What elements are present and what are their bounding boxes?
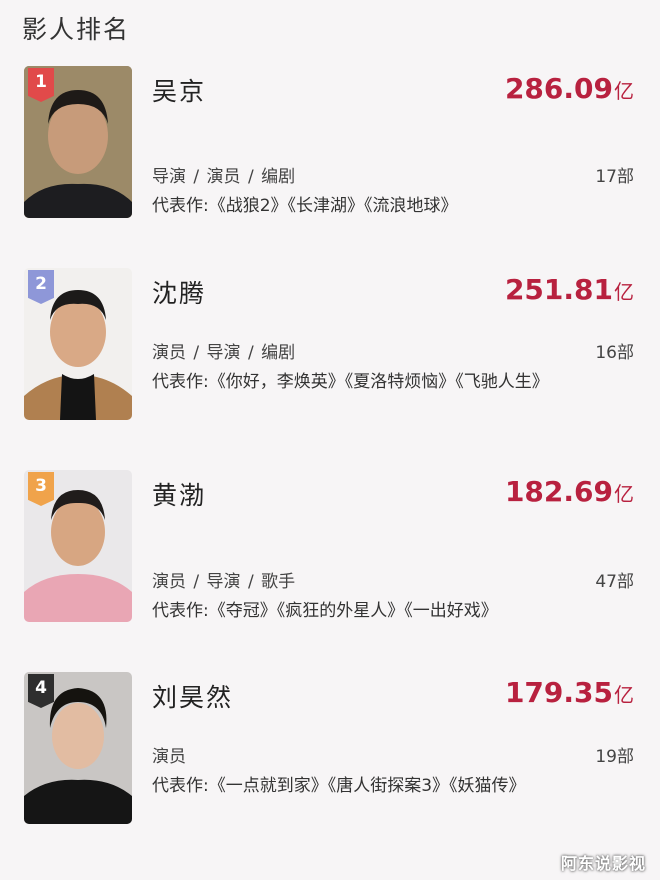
box-office-value: 182.69 — [504, 475, 613, 508]
film-count: 16部 — [595, 343, 634, 363]
rank-badge: 4 — [28, 674, 54, 708]
actor-name[interactable]: 黄渤 — [152, 476, 206, 512]
watermark: 阿东说影视 — [560, 854, 646, 873]
representative-works: 代表作:《你好，李焕英》《夏洛特烦恼》《飞驰人生》 — [152, 372, 549, 392]
box-office: 251.81亿 — [505, 273, 634, 306]
actor-name[interactable]: 吴京 — [152, 72, 206, 108]
actor-roles: 演员 / 导演 / 编剧 — [152, 343, 296, 363]
representative-works: 代表作:《夺冠》《疯狂的外星人》《一出好戏》 — [152, 601, 498, 621]
box-office-value: 286.09 — [504, 72, 613, 105]
representative-works: 代表作:《战狼2》《长津湖》《流浪地球》 — [152, 196, 458, 216]
box-office: 286.09亿 — [505, 72, 634, 105]
box-office: 182.69亿 — [505, 475, 634, 508]
box-office-unit: 亿 — [614, 79, 634, 103]
actor-roles: 演员 / 导演 / 歌手 — [152, 572, 296, 592]
rank-badge: 3 — [28, 472, 54, 506]
box-office-unit: 亿 — [614, 482, 634, 506]
actor-roles: 导演 / 演员 / 编剧 — [152, 167, 296, 187]
actor-name[interactable]: 沈腾 — [152, 274, 206, 310]
box-office-unit: 亿 — [614, 280, 634, 304]
box-office-unit: 亿 — [614, 683, 634, 707]
film-count: 17部 — [595, 167, 634, 187]
box-office: 179.35亿 — [505, 676, 634, 709]
film-count: 47部 — [595, 572, 634, 592]
box-office-value: 251.81 — [504, 273, 613, 306]
rank-badge: 2 — [28, 270, 54, 304]
representative-works: 代表作:《一点就到家》《唐人街探案3》《妖猫传》 — [152, 776, 526, 796]
actor-name[interactable]: 刘昊然 — [152, 678, 233, 714]
box-office-value: 179.35 — [504, 676, 613, 709]
page-title: 影人排名 — [22, 15, 131, 44]
rank-badge: 1 — [28, 68, 54, 102]
film-count: 19部 — [595, 747, 634, 767]
actor-roles: 演员 — [152, 747, 186, 767]
